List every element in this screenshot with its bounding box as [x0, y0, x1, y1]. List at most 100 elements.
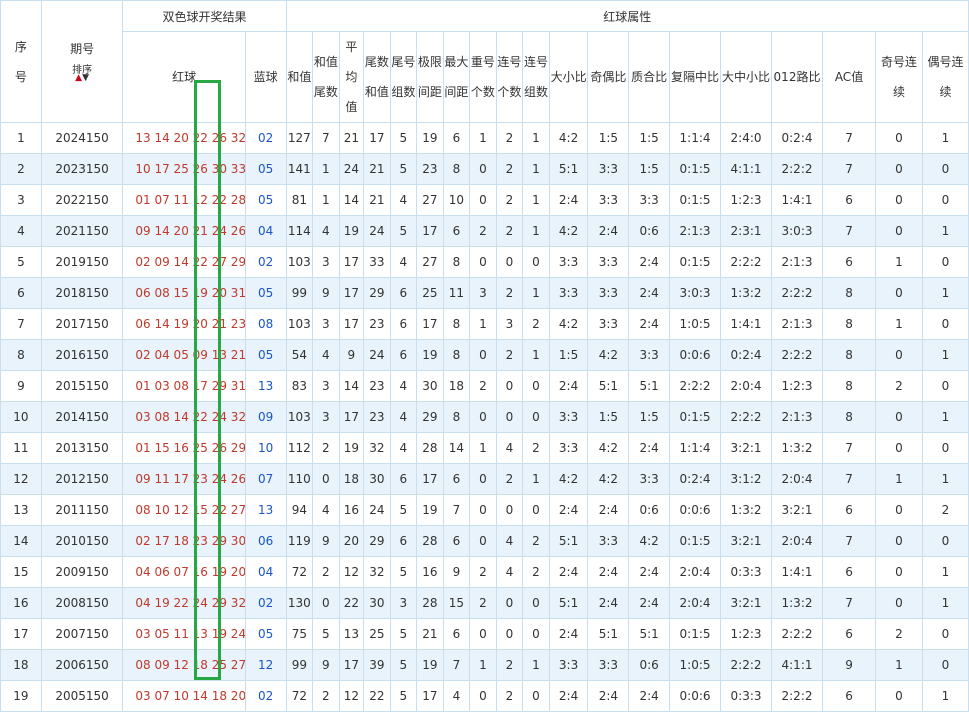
- attr-cell: 2:4: [587, 494, 630, 526]
- red-balls: 13 14 20 22 26 32: [122, 122, 246, 154]
- attr-cell: 2:2:2: [720, 649, 773, 681]
- attr-cell: 2:0:4: [771, 525, 823, 557]
- qihao-label: 期号: [70, 42, 95, 56]
- attr-cell: 6: [442, 122, 471, 154]
- attr-cell: 2: [469, 556, 497, 588]
- attr-cell: 19: [416, 649, 444, 681]
- attr-cell: 2: [522, 308, 550, 340]
- attr-cell: 1:5: [628, 401, 671, 433]
- attr-cell: 33: [363, 246, 391, 278]
- attr-cell: 4:2: [587, 463, 630, 495]
- attr-cell: 114: [285, 215, 314, 247]
- attr-cell: 32: [363, 556, 391, 588]
- attr-cell: 29: [363, 525, 391, 557]
- attr-cell: 2:1:3: [771, 401, 823, 433]
- attr-cell: 2: [495, 680, 524, 712]
- attr-cell: 19: [416, 494, 444, 526]
- attr-cell: 4: [389, 246, 418, 278]
- attr-cell: 2:1:3: [771, 246, 823, 278]
- attr-cell: 0: [875, 587, 923, 619]
- blue-ball: 08: [244, 308, 287, 340]
- attr-cell: 1: [522, 122, 550, 154]
- attr-cell: 6: [821, 618, 877, 650]
- attr-cell: 119: [285, 525, 314, 557]
- attr-cell: 0: [522, 587, 550, 619]
- row-index: 2: [0, 153, 42, 185]
- attr-cell: 1: [921, 215, 969, 247]
- attr-cell: 2:4: [548, 370, 589, 402]
- attr-cell: 0: [495, 401, 524, 433]
- blue-ball: 07: [244, 463, 287, 495]
- attr-cell: 9: [442, 556, 471, 588]
- row-index: 13: [0, 494, 42, 526]
- blue-ball: 02: [244, 122, 287, 154]
- attr-cell: 3:0:3: [771, 215, 823, 247]
- attr-cell: 0:1:5: [669, 246, 722, 278]
- attr-cell: 130: [285, 587, 314, 619]
- col-kaijiang: 双色球开奖结果: [122, 0, 287, 32]
- red-balls: 06 08 15 19 20 31: [122, 277, 246, 309]
- attr-cell: 5: [389, 122, 418, 154]
- attr-cell: 72: [285, 680, 314, 712]
- attr-cell: 103: [285, 246, 314, 278]
- attr-cell: 1: [921, 463, 969, 495]
- attr-cell: 17: [338, 401, 365, 433]
- attr-cell: 19: [416, 122, 444, 154]
- attr-cell: 17: [338, 649, 365, 681]
- issue-number: 2019150: [40, 246, 124, 278]
- attr-cell: 2:0:4: [669, 587, 722, 619]
- attr-cell: 23: [363, 370, 391, 402]
- blue-ball: 05: [244, 184, 287, 216]
- attr-cell: 6: [389, 463, 418, 495]
- attr-cell: 0: [522, 618, 550, 650]
- attr-cell: 0:6: [628, 215, 671, 247]
- table-row: 8 2016150 02 04 05 09 13 21 05 54 4 9 24 6 19 8 0 2 1…: [0, 339, 969, 371]
- attr-cell: 0: [469, 401, 497, 433]
- attr-cell: 2:2:2: [771, 277, 823, 309]
- attr-cell: 6: [389, 525, 418, 557]
- issue-number: 2023150: [40, 153, 124, 185]
- attr-cell: 4:2: [548, 463, 589, 495]
- issue-number: 2008150: [40, 587, 124, 619]
- table-row: 13 2011150 08 10 12 15 22 27 13 94 4 16 24 5 19 7 0…: [0, 494, 969, 526]
- sort-control[interactable]: 排序 ▲▼: [42, 65, 122, 83]
- attr-cell: 2: [495, 339, 524, 371]
- attr-cell: 3:2:1: [720, 525, 773, 557]
- col-attr: 偶号连续: [921, 31, 969, 123]
- blue-ball: 12: [244, 649, 287, 681]
- sort-down-icon[interactable]: ▼: [82, 73, 89, 83]
- blue-ball: 04: [244, 215, 287, 247]
- blue-ball: 05: [244, 153, 287, 185]
- attr-cell: 30: [416, 370, 444, 402]
- issue-number: 2021150: [40, 215, 124, 247]
- red-balls: 03 07 10 14 18 20: [122, 680, 246, 712]
- attr-cell: 83: [285, 370, 314, 402]
- attr-cell: 2: [495, 649, 524, 681]
- attr-cell: 0: [875, 215, 923, 247]
- attr-cell: 4: [495, 556, 524, 588]
- row-index: 15: [0, 556, 42, 588]
- attr-cell: 3:2:1: [720, 432, 773, 464]
- attr-cell: 27: [416, 246, 444, 278]
- attr-cell: 1:5: [548, 339, 589, 371]
- attr-cell: 21: [416, 618, 444, 650]
- attr-cell: 4: [389, 184, 418, 216]
- attr-cell: 6: [821, 494, 877, 526]
- red-balls: 08 10 12 15 22 27: [122, 494, 246, 526]
- attr-cell: 3:2:1: [720, 587, 773, 619]
- table-row: 16 2008150 04 19 22 24 29 32 02 130 0 22 30 3 28 1…: [0, 587, 969, 619]
- lottery-table: 序号 期号 排序 ▲▼ 双色球开奖结果 红球属性 红球 蓝球 和值 和值尾数 平均值…: [0, 0, 969, 712]
- col-attr: AC值: [821, 31, 877, 123]
- attr-cell: 2:1:3: [771, 308, 823, 340]
- issue-number: 2022150: [40, 184, 124, 216]
- row-index: 1: [0, 122, 42, 154]
- attr-cell: 22: [338, 587, 365, 619]
- attr-cell: 75: [285, 618, 314, 650]
- attr-cell: 9: [312, 649, 340, 681]
- attr-cell: 0:3:3: [720, 680, 773, 712]
- attr-cell: 2:0:4: [669, 556, 722, 588]
- row-index: 5: [0, 246, 42, 278]
- attr-cell: 1: [921, 587, 969, 619]
- col-attr: 重号个数: [469, 31, 497, 123]
- attr-cell: 0: [469, 463, 497, 495]
